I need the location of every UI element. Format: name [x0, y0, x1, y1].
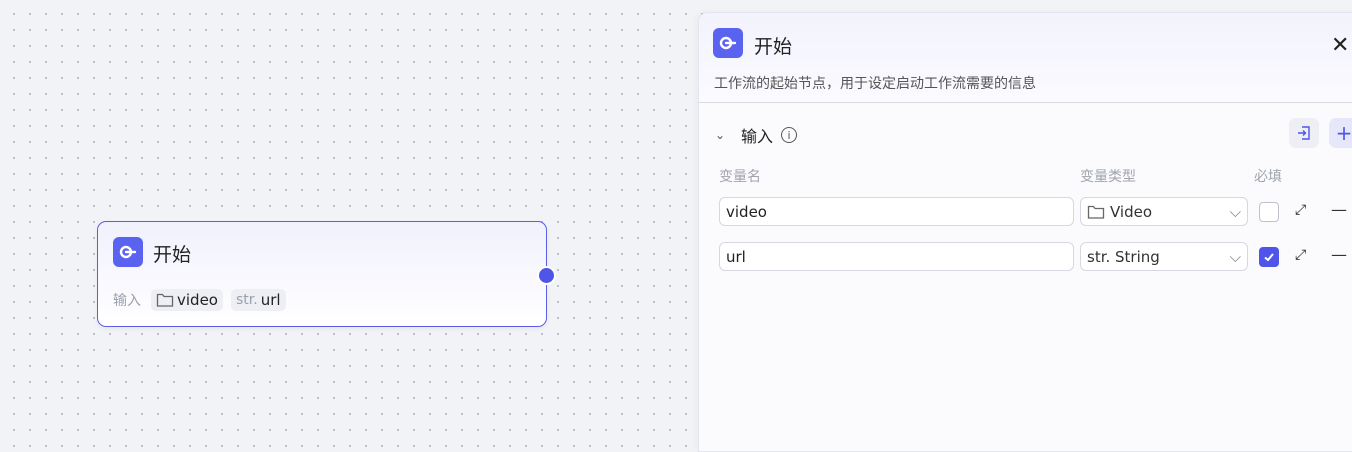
- output-handle[interactable]: [537, 266, 556, 285]
- variable-name-input[interactable]: [719, 197, 1074, 226]
- col-header-type: 变量类型: [1080, 169, 1136, 185]
- start-icon: [113, 237, 143, 267]
- node-config-panel: 开始 ✕ 工作流的起始节点，用于设定启动工作流需要的信息 ⌄ 输入 i + 变量…: [698, 12, 1352, 452]
- panel-title: 开始: [754, 36, 793, 58]
- chevron-down-icon[interactable]: ⌄: [715, 128, 729, 142]
- remove-icon[interactable]: —: [1331, 245, 1347, 264]
- col-header-name: 变量名: [719, 169, 761, 185]
- expand-icon[interactable]: ⤢: [1295, 202, 1306, 218]
- folder-icon: [156, 292, 174, 308]
- start-node[interactable]: 开始 输入 video str. url: [97, 221, 547, 327]
- section-title: 输入: [741, 127, 774, 146]
- import-button[interactable]: [1289, 118, 1319, 148]
- info-icon: i: [781, 127, 798, 143]
- remove-icon[interactable]: —: [1331, 200, 1347, 219]
- variable-name-input[interactable]: [719, 242, 1074, 271]
- chevron-down-icon: ⌵: [1229, 202, 1241, 221]
- folder-icon: [1087, 204, 1105, 220]
- panel-description: 工作流的起始节点，用于设定启动工作流需要的信息: [714, 76, 1036, 92]
- expand-icon[interactable]: ⤢: [1295, 247, 1306, 263]
- var-chip-video: video: [151, 289, 223, 311]
- check-icon: [1264, 253, 1274, 262]
- node-title: 开始: [153, 244, 192, 266]
- chevron-down-icon: ⌵: [1229, 247, 1241, 266]
- variable-type-select[interactable]: str. String ⌵: [1080, 242, 1248, 271]
- col-header-required: 必填: [1254, 169, 1282, 185]
- required-checkbox[interactable]: [1259, 202, 1279, 222]
- variable-type-select[interactable]: Video ⌵: [1080, 197, 1248, 226]
- inputs-label: 输入: [113, 293, 141, 309]
- add-variable-button[interactable]: +: [1329, 118, 1352, 148]
- start-icon: [713, 28, 743, 58]
- import-icon: [1298, 126, 1310, 140]
- required-checkbox[interactable]: [1259, 247, 1279, 267]
- inputs-section-header[interactable]: ⌄ 输入 i: [715, 123, 798, 147]
- node-inputs: 输入 video str. url: [113, 289, 286, 311]
- close-icon[interactable]: ✕: [1331, 33, 1349, 58]
- var-chip-url: str. url: [230, 289, 286, 311]
